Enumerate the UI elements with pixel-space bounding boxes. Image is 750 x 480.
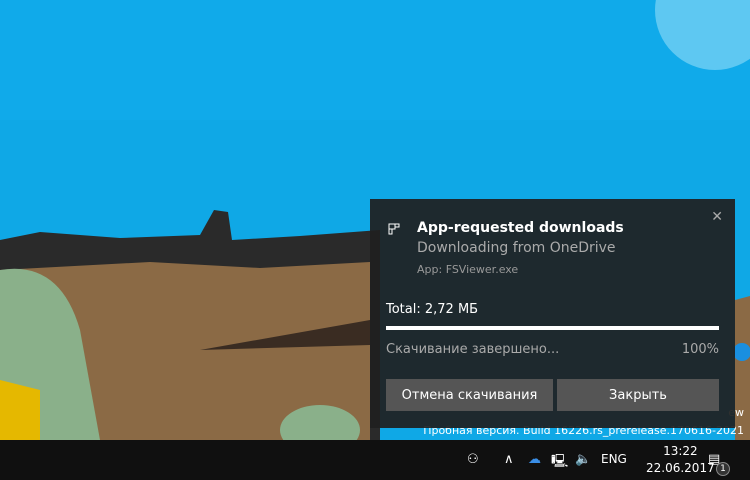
network-icon[interactable]: 🖳 <box>551 452 568 474</box>
close-button[interactable]: Закрыть <box>557 379 719 411</box>
notification-app: App: FSViewer.exe <box>417 263 519 276</box>
taskbar: ⚇ ∧ ☁ 🖳 🔈 ENG 13:22 22.06.2017 ▤ 1 <box>0 440 750 480</box>
cancel-download-button[interactable]: Отмена скачивания <box>386 379 553 411</box>
download-status: Скачивание завершено... <box>386 342 560 357</box>
language-indicator[interactable]: ENG <box>601 452 627 466</box>
total-size: Total: 2,72 МБ <box>386 302 479 317</box>
time: 13:22 <box>663 444 698 458</box>
close-icon[interactable]: ✕ <box>711 209 723 225</box>
people-icon[interactable]: ⚇ <box>467 452 479 467</box>
chevron-up-icon[interactable]: ∧ <box>504 452 514 467</box>
notification-badge: 1 <box>716 462 730 476</box>
notification-title: App-requested downloads <box>417 220 624 236</box>
progress-fill <box>386 326 719 330</box>
volume-icon[interactable]: 🔈 <box>575 452 591 467</box>
progress-bar <box>386 326 719 330</box>
date: 22.06.2017 <box>646 461 715 475</box>
download-notification[interactable]: App-requested downloads Downloading from… <box>370 199 735 428</box>
clock[interactable]: 13:22 22.06.2017 <box>646 443 715 477</box>
onedrive-icon[interactable]: ☁ <box>528 452 541 467</box>
progress-percent: 100% <box>681 342 719 357</box>
download-app-icon <box>388 223 400 235</box>
notification-subtitle: Downloading from OneDrive <box>417 240 616 256</box>
